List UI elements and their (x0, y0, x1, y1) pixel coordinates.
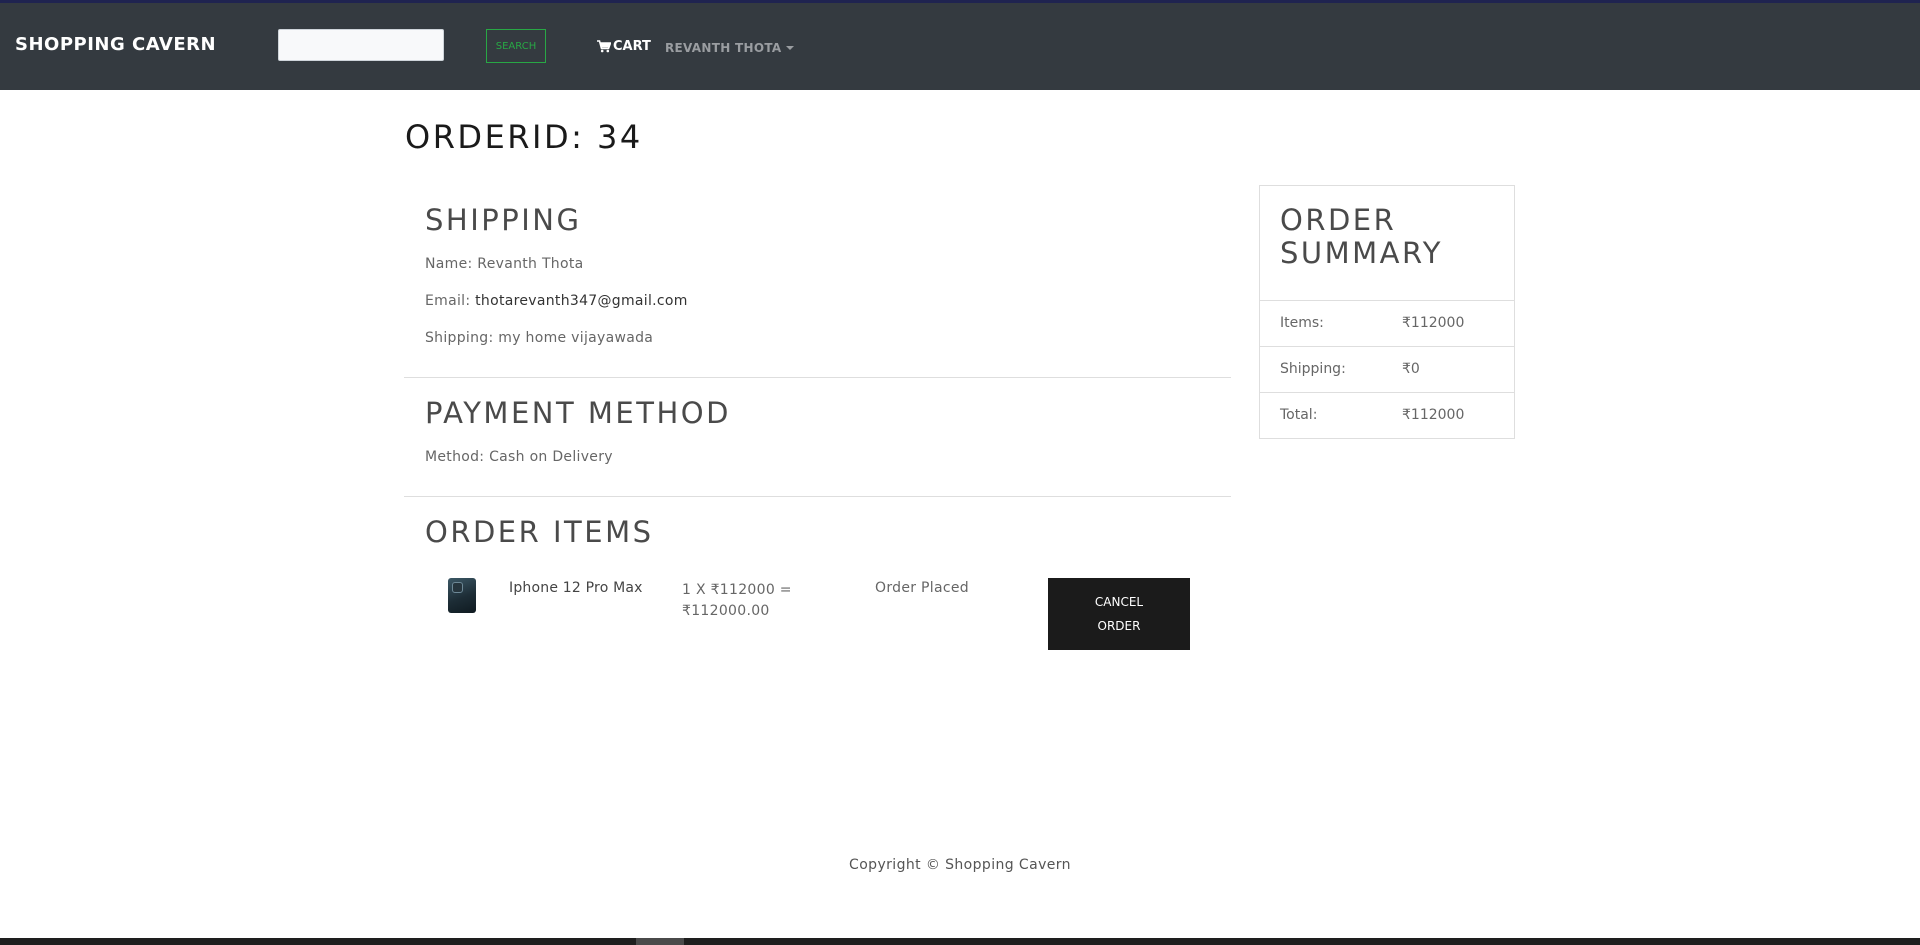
brand-logo[interactable]: SHOPPING CAVERN (15, 34, 216, 55)
summary-row-total: Total: ₹112000 (1260, 392, 1514, 438)
summary-value: ₹0 (1402, 361, 1420, 377)
nav-cart-link[interactable]: CART (597, 39, 651, 54)
shipping-name: Name: Revanth Thota (425, 256, 584, 272)
section-divider (404, 377, 1231, 378)
item-price-calc: 1 X ₹112000 = ₹112000.00 (682, 582, 792, 619)
footer-copyright: Copyright © Shopping Cavern (849, 857, 1071, 873)
page-title: ORDERID: 34 (405, 118, 643, 156)
shipping-email: Email: thotarevanth347@gmail.com (425, 293, 688, 309)
summary-heading: ORDER SUMMARY (1280, 203, 1444, 270)
summary-value: ₹112000 (1402, 315, 1465, 331)
search-input[interactable] (278, 29, 444, 61)
order-summary-card: ORDER SUMMARY Items: ₹112000 Shipping: ₹… (1259, 185, 1515, 439)
shipping-name-value: Revanth Thota (477, 256, 584, 272)
shipping-name-label: Name: (425, 256, 473, 272)
phone-image (448, 578, 476, 613)
section-divider (404, 496, 1231, 497)
nav-cart-label: CART (613, 39, 651, 54)
search-button[interactable]: SEARCH (486, 29, 546, 63)
shipping-email-label: Email: (425, 293, 471, 309)
bottom-bar-tab (636, 938, 684, 945)
payment-method-label: Method: (425, 449, 485, 465)
item-name-link[interactable]: Iphone 12 Pro Max (509, 580, 643, 596)
summary-row-items: Items: ₹112000 (1260, 300, 1514, 346)
shipping-address-label: Shipping: (425, 330, 494, 346)
user-menu-label: REVANTH THOTA (665, 41, 782, 55)
summary-label: Shipping: (1280, 361, 1346, 377)
summary-label: Items: (1280, 315, 1324, 331)
shipping-address-value: my home vijayawada (498, 330, 654, 346)
camera-detail (452, 582, 463, 593)
shipping-heading: SHIPPING (425, 203, 582, 237)
payment-heading: PAYMENT METHOD (425, 396, 731, 430)
summary-label: Total: (1280, 407, 1318, 423)
payment-method: Method: Cash on Delivery (425, 449, 613, 465)
shipping-address: Shipping: my home vijayawada (425, 330, 653, 346)
order-items-heading: ORDER ITEMS (425, 515, 654, 549)
summary-row-shipping: Shipping: ₹0 (1260, 346, 1514, 392)
user-menu-dropdown[interactable]: REVANTH THOTA (665, 41, 794, 55)
cancel-order-button[interactable]: CANCEL ORDER (1048, 578, 1190, 650)
caret-down-icon (785, 46, 794, 50)
navbar: SHOPPING CAVERN SEARCH CART REVANTH THOT… (0, 0, 1920, 90)
payment-method-value: Cash on Delivery (489, 449, 613, 465)
cart-icon (597, 40, 611, 53)
summary-value: ₹112000 (1402, 407, 1465, 423)
email-link[interactable]: thotarevanth347@gmail.com (475, 293, 688, 309)
bottom-bar (0, 938, 1920, 945)
item-status: Order Placed (875, 580, 969, 596)
